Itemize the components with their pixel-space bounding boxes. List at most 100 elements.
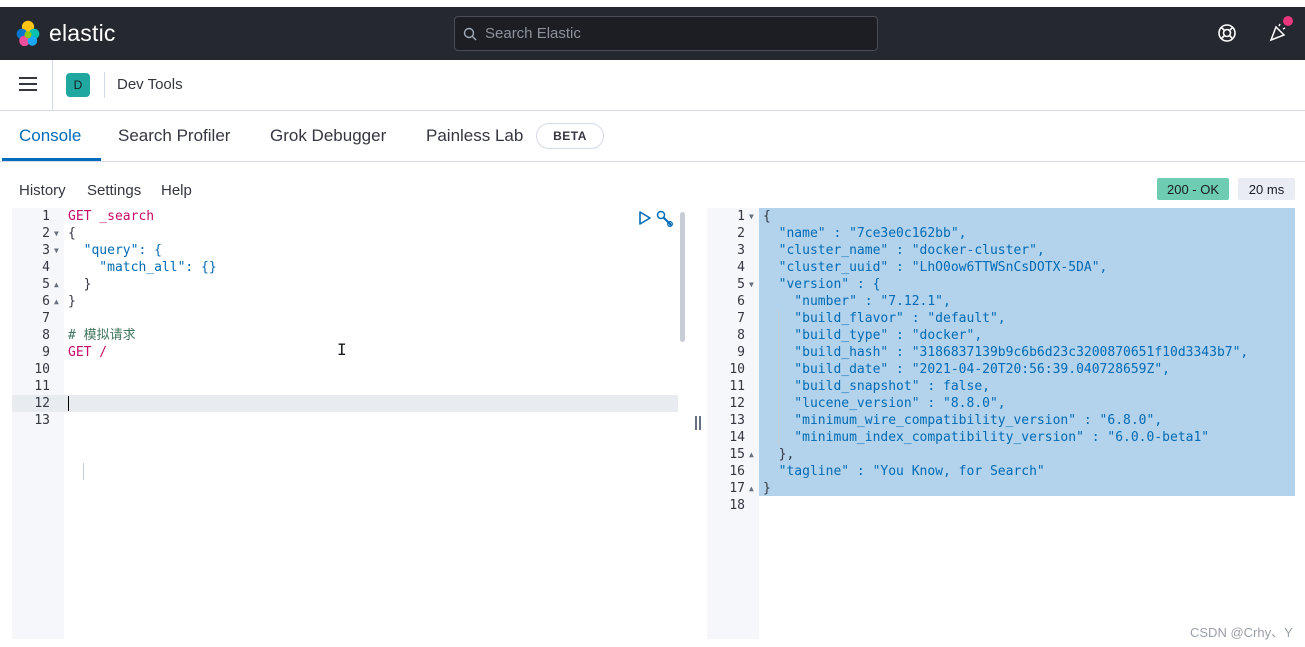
- breadcrumb-bar: D Dev Tools: [0, 60, 1305, 111]
- request-time-badge: 20 ms: [1238, 178, 1295, 200]
- line-number: 4: [42, 260, 50, 275]
- line-number: 13: [729, 413, 745, 428]
- space-avatar[interactable]: D: [66, 73, 90, 97]
- line-number: 6: [42, 294, 50, 309]
- divider: [104, 72, 105, 98]
- newsfeed-icon[interactable]: [1267, 16, 1293, 44]
- indent-guide: [83, 463, 84, 480]
- global-search[interactable]: [454, 16, 878, 51]
- line-number: 11: [34, 379, 50, 394]
- code-line: GET /: [68, 345, 108, 360]
- code-line: "cluster_uuid" : "LhO0ow6TTWSnCsDOTX-5DA…: [763, 260, 1108, 275]
- code-line: "build_flavor" : "default",: [763, 311, 1006, 326]
- elastic-logo[interactable]: elastic: [14, 19, 116, 47]
- line-number: 7: [737, 311, 745, 326]
- top-header: elastic: [0, 7, 1305, 60]
- request-editor[interactable]: 1 2 3 4 5 6 7 8 9 10 11 12 13 ▼ ▼ ▲ ▲ GE…: [12, 208, 690, 639]
- line-number: 11: [729, 379, 745, 394]
- line-number: 3: [737, 243, 745, 258]
- active-tab-indicator: [2, 158, 101, 161]
- menu-toggle-icon[interactable]: [19, 77, 37, 93]
- code-line: }: [68, 294, 76, 309]
- code-line: {: [763, 209, 771, 224]
- line-number: 16: [729, 464, 745, 479]
- code-line: "minimum_index_compatibility_version" : …: [763, 430, 1210, 445]
- code-line: "number" : "7.12.1",: [763, 294, 951, 309]
- active-line-highlight: [12, 395, 678, 412]
- line-number: 9: [42, 345, 50, 360]
- code-comment: # 模拟请求: [68, 328, 136, 343]
- search-input[interactable]: [485, 25, 865, 42]
- code-line: "build_date" : "2021-04-20T20:56:39.0407…: [763, 362, 1170, 377]
- line-number: 1: [42, 209, 50, 224]
- fold-toggle-icon[interactable]: ▼: [749, 276, 754, 293]
- line-number: 5: [42, 277, 50, 292]
- line-number: 12: [34, 396, 50, 411]
- brand-name: elastic: [49, 19, 116, 46]
- code-line: GET _search: [68, 209, 155, 224]
- fold-toggle-icon[interactable]: ▲: [54, 276, 59, 293]
- fold-toggle-icon[interactable]: ▲: [749, 480, 754, 497]
- elastic-logo-icon: [16, 20, 40, 47]
- line-number: 17: [729, 481, 745, 496]
- code-line: {: [68, 226, 76, 241]
- panel-resize-handle[interactable]: [695, 416, 703, 430]
- code-line: "tagline" : "You Know, for Search": [763, 464, 1045, 479]
- line-number: 3: [42, 243, 50, 258]
- devtools-tabs: Console Search Profiler Grok Debugger Pa…: [0, 111, 1305, 162]
- fold-toggle-icon[interactable]: ▲: [749, 446, 754, 463]
- help-icon[interactable]: [1216, 22, 1238, 44]
- help-link[interactable]: Help: [161, 182, 192, 199]
- code-line: }: [763, 481, 771, 496]
- wrench-icon[interactable]: [656, 210, 674, 233]
- line-number: 10: [34, 362, 50, 377]
- response-editor[interactable]: 1 2 3 4 5 6 7 8 9 10 11 12 13 14 15 16 1…: [707, 208, 1295, 639]
- tab-painless-lab[interactable]: Painless Lab: [426, 126, 523, 146]
- code-line: "match_all": {}: [68, 260, 217, 275]
- line-number: 7: [42, 311, 50, 326]
- code-line: "build_type" : "docker",: [763, 328, 983, 343]
- tab-console[interactable]: Console: [19, 126, 81, 146]
- status-badge: 200 - OK: [1157, 178, 1229, 200]
- settings-link[interactable]: Settings: [87, 182, 141, 199]
- ibeam-cursor-icon: I: [337, 340, 347, 359]
- line-number: 4: [737, 260, 745, 275]
- line-number: 5: [737, 277, 745, 292]
- editor-scrollbar[interactable]: [680, 212, 685, 342]
- code-line: "build_hash" : "3186837139b9c6b6d23c3200…: [763, 345, 1249, 360]
- line-number: 14: [729, 430, 745, 445]
- code-line: "minimum_wire_compatibility_version" : "…: [763, 413, 1163, 428]
- line-number: 13: [34, 413, 50, 428]
- line-number: 9: [737, 345, 745, 360]
- breadcrumb: Dev Tools: [117, 76, 183, 93]
- line-number: 6: [737, 294, 745, 309]
- search-icon: [463, 27, 477, 40]
- line-number: 10: [729, 362, 745, 377]
- code-line: }: [68, 277, 92, 292]
- code-line: "query": {: [68, 243, 162, 258]
- line-number: 18: [729, 498, 745, 513]
- fold-toggle-icon[interactable]: ▼: [749, 208, 754, 225]
- fold-toggle-icon[interactable]: ▼: [54, 242, 59, 259]
- code-line: },: [763, 447, 795, 462]
- code-line: "lucene_version" : "8.8.0",: [763, 396, 1006, 411]
- fold-toggle-icon[interactable]: ▲: [54, 293, 59, 310]
- line-number: 12: [729, 396, 745, 411]
- notification-dot: [1283, 16, 1293, 26]
- tab-grok-debugger[interactable]: Grok Debugger: [270, 126, 386, 146]
- code-line: "cluster_name" : "docker-cluster",: [763, 243, 1045, 258]
- text-cursor: [68, 396, 69, 411]
- line-number: 8: [737, 328, 745, 343]
- beta-badge: BETA: [536, 123, 604, 149]
- history-link[interactable]: History: [19, 182, 66, 199]
- tab-search-profiler[interactable]: Search Profiler: [118, 126, 230, 146]
- line-number: 2: [737, 226, 745, 241]
- watermark: CSDN @Crhy、Y: [1190, 625, 1293, 640]
- line-number: 15: [729, 447, 745, 462]
- line-number: 2: [42, 226, 50, 241]
- send-request-icon[interactable]: [638, 210, 652, 231]
- line-number: 8: [42, 328, 50, 343]
- fold-toggle-icon[interactable]: ▼: [54, 225, 59, 242]
- line-number: 1: [737, 209, 745, 224]
- code-line: "name" : "7ce3e0c162bb",: [763, 226, 967, 241]
